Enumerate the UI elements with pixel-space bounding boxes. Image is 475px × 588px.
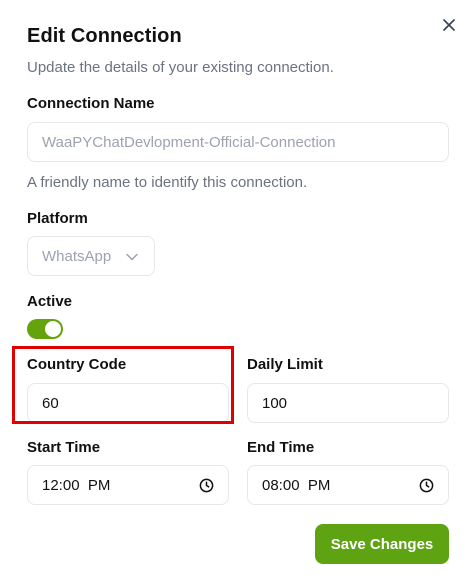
clock-icon[interactable] xyxy=(419,478,434,493)
end-time-label: End Time xyxy=(247,439,315,456)
close-icon xyxy=(443,19,455,31)
active-toggle[interactable] xyxy=(27,319,63,339)
start-time-label: Start Time xyxy=(27,439,101,456)
country-code-input[interactable]: 60 xyxy=(27,383,229,423)
start-time-value: 12:00 PM xyxy=(42,476,111,494)
connection-name-label: Connection Name xyxy=(27,95,155,112)
connection-name-hint: A friendly name to identify this connect… xyxy=(27,174,308,191)
daily-limit-input[interactable]: 100 xyxy=(247,383,449,423)
active-label: Active xyxy=(27,293,73,310)
start-time-input[interactable]: 12:00 PM xyxy=(27,465,229,505)
dialog-description: Update the details of your existing conn… xyxy=(27,59,334,76)
clock-icon[interactable] xyxy=(199,478,214,493)
connection-name-input[interactable]: WaaPYChatDevlopment-Official-Connection xyxy=(27,122,449,162)
country-code-value: 60 xyxy=(42,394,59,412)
daily-limit-label: Daily Limit xyxy=(247,356,323,373)
save-changes-button[interactable]: Save Changes xyxy=(315,524,449,564)
edit-connection-dialog: Edit Connection Update the details of yo… xyxy=(0,0,475,588)
daily-limit-value: 100 xyxy=(262,394,288,412)
close-button[interactable] xyxy=(438,14,460,36)
country-code-label: Country Code xyxy=(27,356,127,373)
toggle-knob xyxy=(45,321,61,337)
dialog-title: Edit Connection xyxy=(27,25,182,47)
platform-label: Platform xyxy=(27,210,88,227)
connection-name-value: WaaPYChatDevlopment-Official-Connection xyxy=(42,133,336,151)
platform-select[interactable]: WhatsApp xyxy=(27,236,155,276)
platform-selected-value: WhatsApp xyxy=(42,247,112,265)
end-time-input[interactable]: 08:00 PM xyxy=(247,465,449,505)
chevron-down-icon xyxy=(126,253,138,261)
end-time-value: 08:00 PM xyxy=(262,476,331,494)
